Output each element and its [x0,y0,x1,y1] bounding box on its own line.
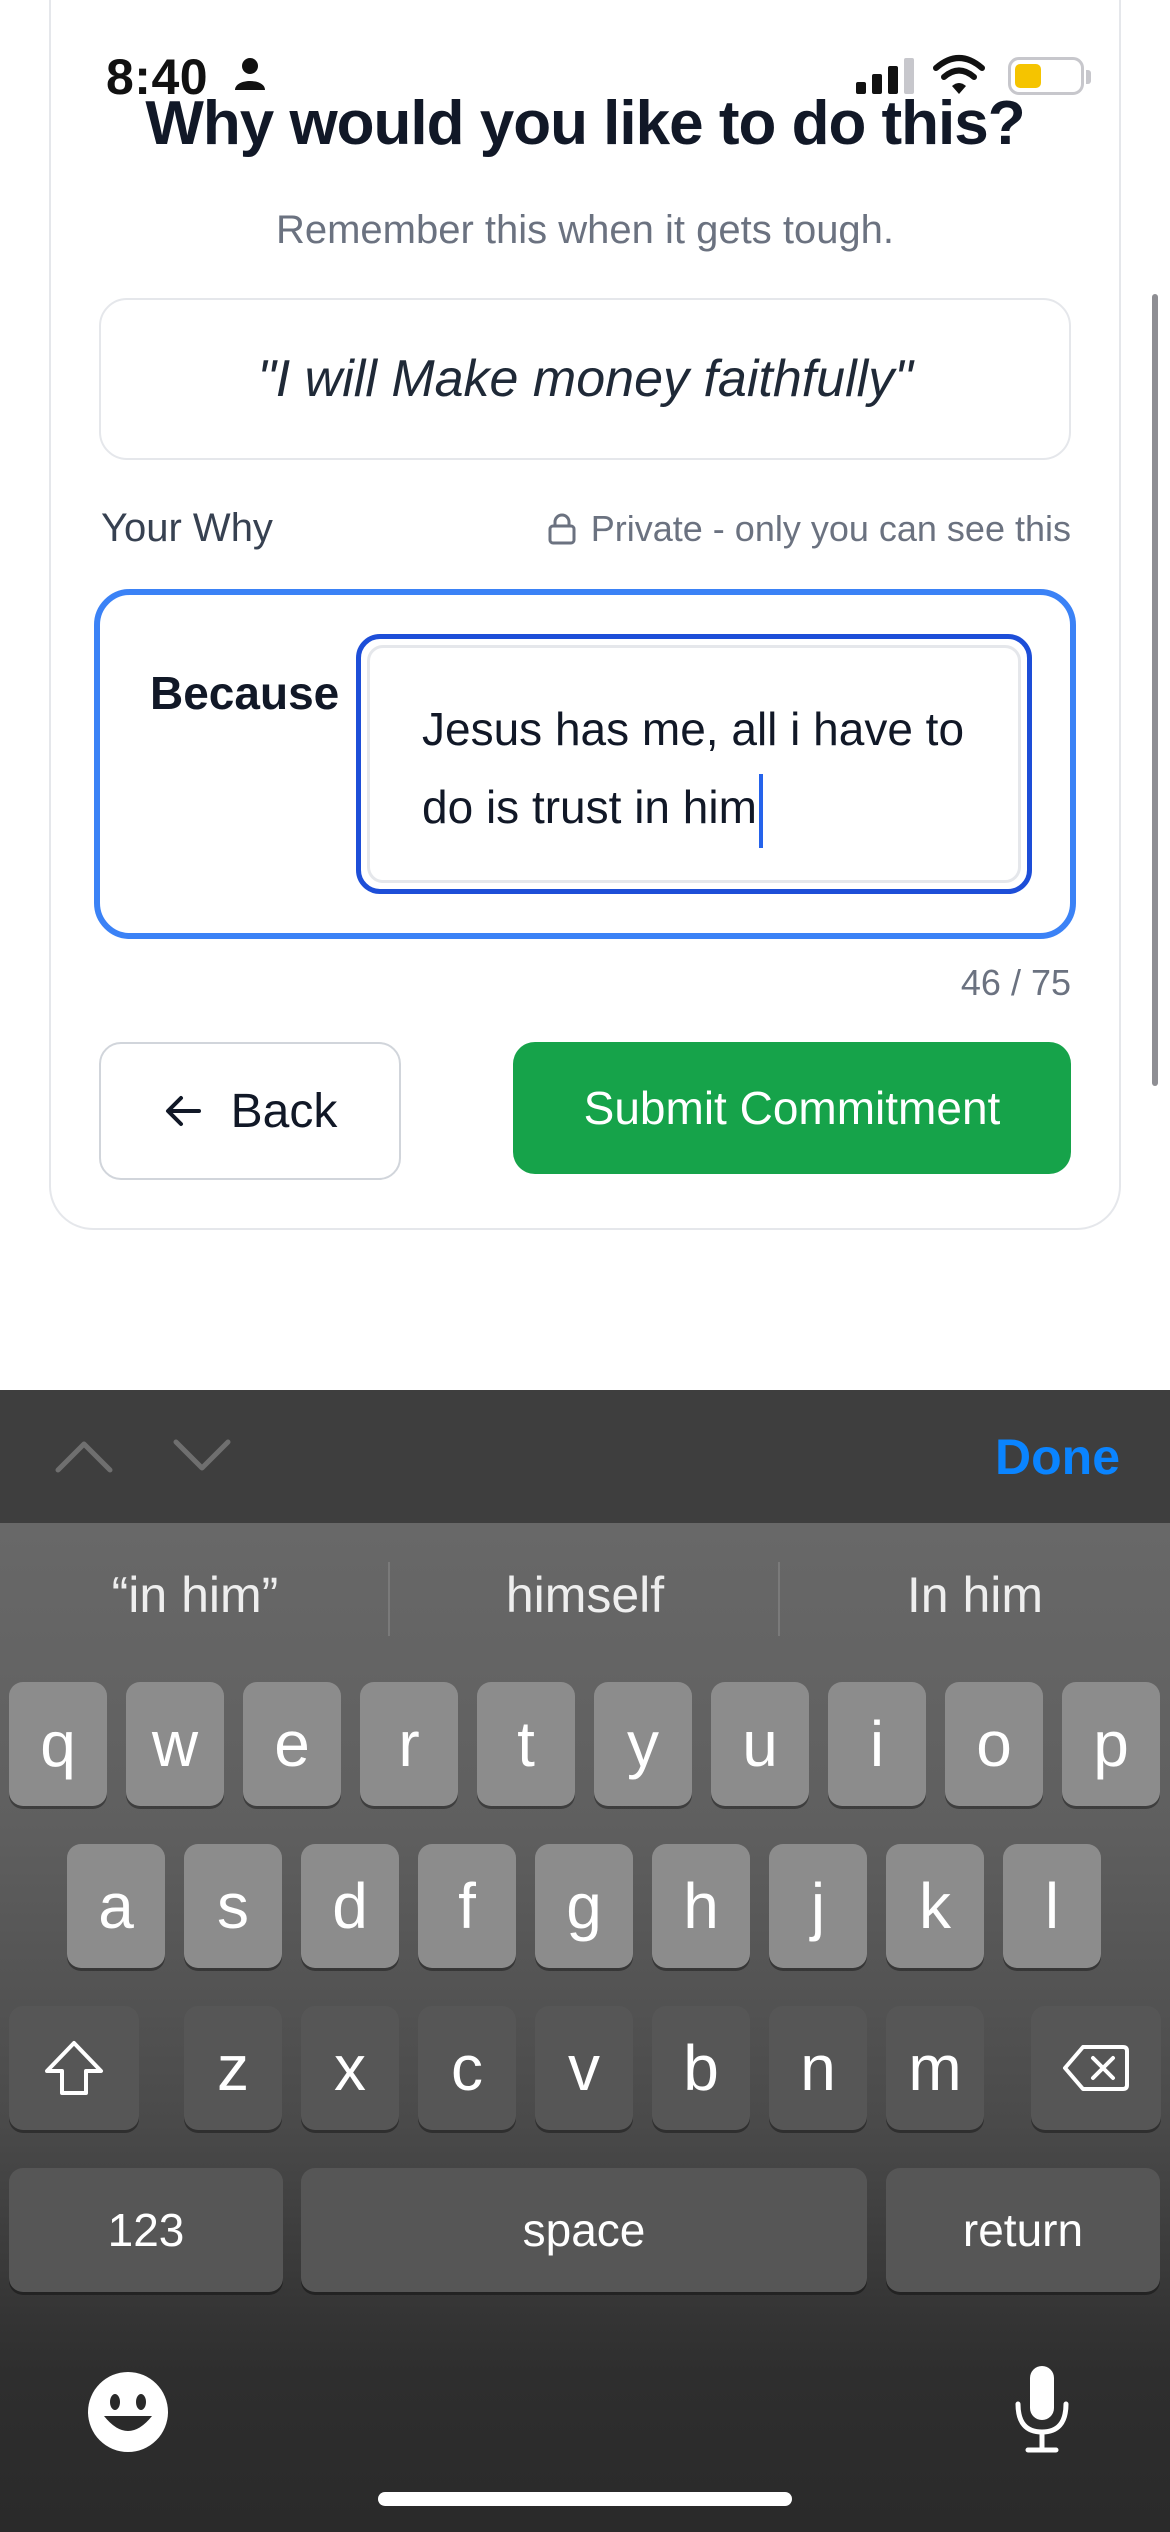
lock-icon [548,513,576,545]
text-caret [758,773,763,848]
why-input-text-area[interactable]: Jesus has me, all i have to do is trust … [367,645,1021,883]
key-w[interactable]: w [126,1682,224,1806]
why-input-value: Jesus has me, all i have to do is trust … [422,703,965,833]
key-l[interactable]: l [1003,1844,1101,1968]
key-s[interactable]: s [184,1844,282,1968]
back-button-label: Back [230,1084,338,1138]
submit-commitment-button[interactable]: Submit Commitment [513,1042,1071,1174]
person-icon [235,58,265,90]
backspace-icon [1063,2045,1129,2091]
key-v[interactable]: v [535,2006,633,2130]
numbers-key[interactable]: 123 [9,2168,283,2292]
privacy-note: Private - only you can see this [547,508,1071,550]
why-input-field[interactable]: Jesus has me, all i have to do is trust … [356,634,1032,894]
why-label: Your Why [101,506,273,550]
privacy-note-text: Private - only you can see this [590,508,1071,549]
suggestion-2[interactable]: himself [390,1566,780,1624]
arrow-left-icon [165,1096,201,1126]
key-d[interactable]: d [301,1844,399,1968]
key-k[interactable]: k [886,1844,984,1968]
key-u[interactable]: u [711,1682,809,1806]
key-e[interactable]: e [243,1682,341,1806]
key-g[interactable]: g [535,1844,633,1968]
key-i[interactable]: i [828,1682,926,1806]
emoji-icon[interactable] [86,2370,170,2454]
suggestion-3[interactable]: In him [780,1566,1170,1624]
key-p[interactable]: p [1062,1682,1160,1806]
page-title: Why would you like to do this? [145,89,1025,158]
previous-field-chevron-up-icon[interactable] [54,1438,114,1474]
home-indicator[interactable] [378,2492,792,2506]
key-x[interactable]: x [301,2006,399,2130]
key-q[interactable]: q [9,1682,107,1806]
scrollbar[interactable] [1152,294,1158,1086]
key-h[interactable]: h [652,1844,750,1968]
because-prefix: Because [150,667,340,719]
character-counter: 46 / 75 [960,962,1071,1003]
key-z[interactable]: z [184,2006,282,2130]
key-c[interactable]: c [418,2006,516,2130]
space-key[interactable]: space [301,2168,867,2292]
microphone-icon[interactable] [1010,2364,1074,2454]
keyboard-done-button[interactable]: Done [995,1428,1120,1486]
key-y[interactable]: y [594,1682,692,1806]
key-a[interactable]: a [67,1844,165,1968]
suggestion-1[interactable]: “in him” [0,1566,390,1624]
key-j[interactable]: j [769,1844,867,1968]
key-n[interactable]: n [769,2006,867,2130]
key-o[interactable]: o [945,1682,1043,1806]
key-b[interactable]: b [652,2006,750,2130]
next-field-chevron-down-icon[interactable] [172,1438,232,1474]
back-button[interactable]: Back [99,1042,401,1180]
delete-key[interactable] [1031,2006,1161,2130]
key-m[interactable]: m [886,2006,984,2130]
key-t[interactable]: t [477,1682,575,1806]
key-f[interactable]: f [418,1844,516,1968]
commitment-quote: "I will Make money faithfully" [99,298,1071,460]
return-key[interactable]: return [886,2168,1160,2292]
submit-button-label: Submit Commitment [583,1082,1001,1134]
shift-key[interactable] [9,2006,139,2130]
shift-arrow-icon [45,2041,103,2095]
key-r[interactable]: r [360,1682,458,1806]
page-subtitle: Remember this when it gets tough. [275,208,895,252]
